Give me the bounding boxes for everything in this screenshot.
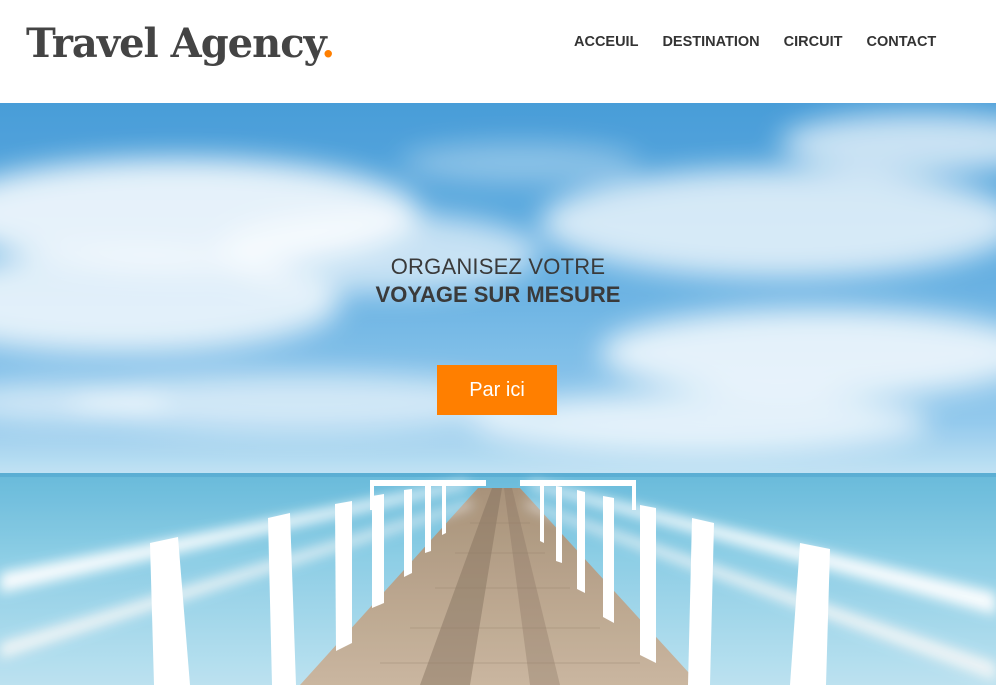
nav-item-circuit[interactable]: CIRCUIT: [784, 34, 843, 50]
site-logo[interactable]: Travel Agency.: [26, 20, 335, 67]
nav-item-acceuil[interactable]: ACCEUIL: [574, 34, 638, 50]
main-nav: ACCEUIL DESTINATION CIRCUIT CONTACT: [574, 34, 936, 50]
hero-headline-line1: ORGANISEZ VOTRE: [390, 254, 606, 279]
nav-item-contact[interactable]: CONTACT: [866, 34, 936, 50]
hero-headline: ORGANISEZ VOTRE VOYAGE SUR MESURE: [0, 254, 996, 308]
logo-text: Travel Agency: [26, 20, 322, 67]
hero-section: ORGANISEZ VOTRE VOYAGE SUR MESURE Par ic…: [0, 103, 996, 685]
logo-dot: .: [321, 20, 335, 67]
nav-item-destination[interactable]: DESTINATION: [662, 34, 759, 50]
hero-headline-line2: VOYAGE SUR MESURE: [375, 282, 621, 307]
site-header: Travel Agency. ACCEUIL DESTINATION CIRCU…: [0, 0, 996, 103]
par-ici-button[interactable]: Par ici: [437, 365, 557, 415]
